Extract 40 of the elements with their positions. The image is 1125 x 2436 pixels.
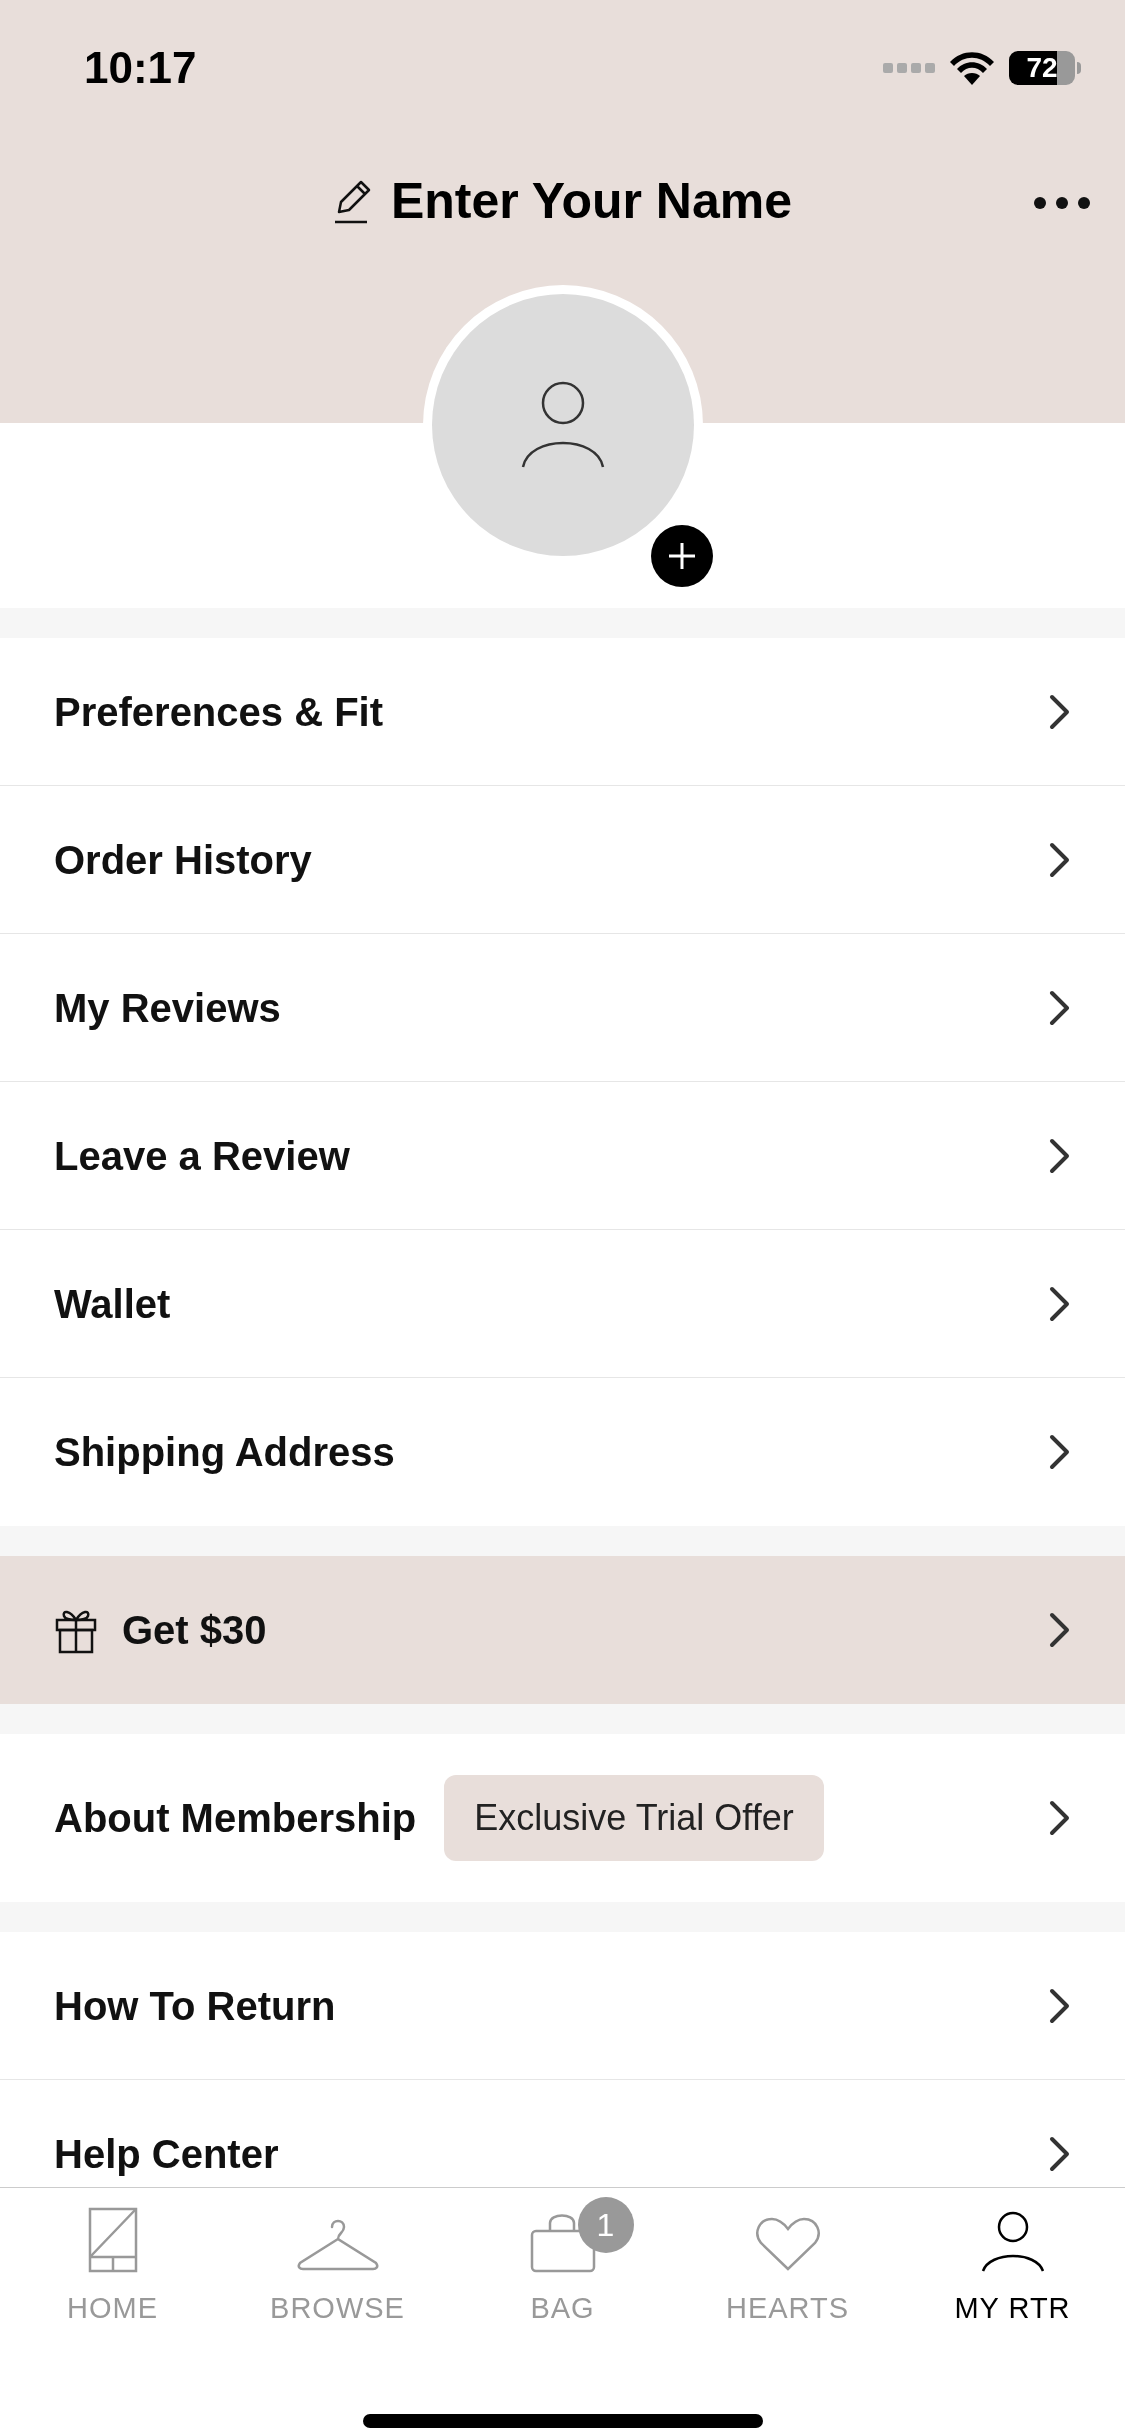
tab-bar-item[interactable]: MY RTR bbox=[900, 2188, 1125, 2338]
tab-label: HOME bbox=[67, 2290, 158, 2326]
tab-label: BAG bbox=[530, 2290, 595, 2326]
pencil-icon[interactable] bbox=[332, 178, 373, 224]
chevron-right-icon bbox=[1049, 1987, 1071, 2024]
battery-level: 72 bbox=[1026, 54, 1058, 82]
wifi-icon bbox=[949, 51, 995, 85]
chevron-right-icon bbox=[1049, 2136, 1071, 2172]
signal-icon bbox=[883, 61, 935, 75]
menu-label: Shipping Address bbox=[54, 1429, 395, 1476]
menu-label: Order History bbox=[54, 836, 312, 884]
menu-label: Leave a Review bbox=[54, 1132, 350, 1180]
chevron-right-icon bbox=[1049, 989, 1071, 1026]
tab-label: MY RTR bbox=[954, 2290, 1071, 2326]
chevron-right-icon bbox=[1049, 1285, 1071, 1322]
menu-label: How To Return bbox=[54, 1982, 336, 2030]
grid-square-icon bbox=[87, 2206, 138, 2273]
menu-label: Get $30 bbox=[122, 1607, 267, 1654]
menu-label: Help Center bbox=[54, 2131, 279, 2178]
menu-label: Preferences & Fit bbox=[54, 688, 384, 736]
more-options-icon[interactable] bbox=[1033, 196, 1091, 210]
chevron-right-icon bbox=[1049, 1434, 1071, 1470]
tab-label: BROWSE bbox=[270, 2290, 405, 2326]
heart-icon bbox=[754, 2216, 821, 2273]
menu-label: About Membership bbox=[54, 1795, 417, 1842]
chevron-right-icon bbox=[1049, 1800, 1071, 1836]
offer-tag: Exclusive Trial Offer bbox=[444, 1775, 824, 1861]
avatar-drawing[interactable] bbox=[422, 285, 713, 587]
status-time: 10:17 bbox=[84, 42, 197, 94]
promo-row[interactable]: Get $30 bbox=[0, 1556, 1125, 1704]
menu-label: My Reviews bbox=[54, 984, 281, 1032]
bag-count: 1 bbox=[577, 2196, 634, 2253]
tab-label: HEARTS bbox=[725, 2290, 850, 2326]
menu-label: Wallet bbox=[54, 1280, 171, 1328]
profile-name[interactable]: Enter Your Name bbox=[390, 163, 793, 239]
chevron-right-icon bbox=[1049, 693, 1071, 730]
person-icon bbox=[979, 2210, 1046, 2273]
chevron-right-icon bbox=[1049, 841, 1071, 878]
chevron-right-icon bbox=[1049, 1137, 1071, 1174]
chevron-right-icon bbox=[1049, 1612, 1071, 1648]
